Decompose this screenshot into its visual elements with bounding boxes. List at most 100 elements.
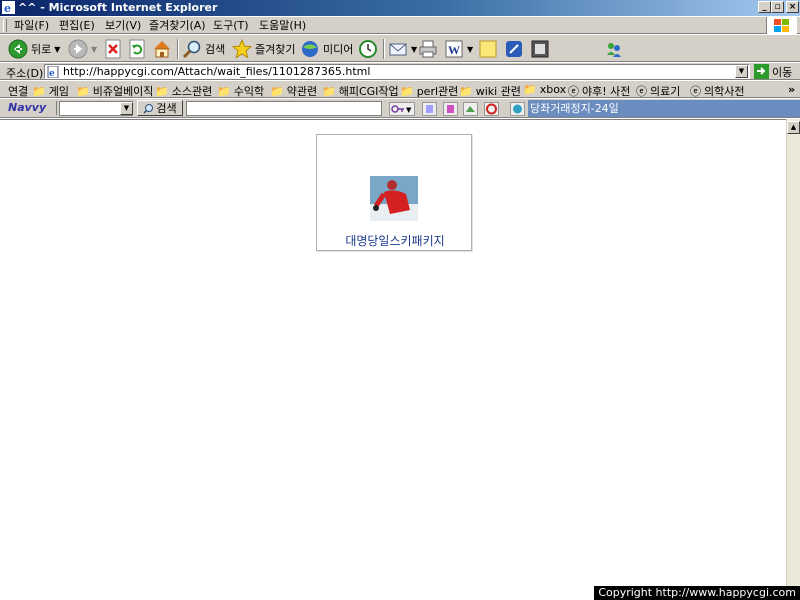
link-item[interactable]: 📁 약관련 — [270, 83, 317, 99]
ie-page-icon: ⓔ — [568, 85, 579, 98]
link-item[interactable]: 📁 xbox — [523, 83, 566, 96]
folder-icon: 📁 — [217, 84, 231, 98]
home-button[interactable] — [152, 38, 172, 60]
navvy-mascot-button[interactable] — [510, 102, 525, 116]
forward-button[interactable]: ▼ — [68, 38, 97, 60]
back-dropdown-icon[interactable]: ▼ — [54, 45, 60, 54]
menu-edit[interactable]: 편집(E) — [59, 18, 95, 33]
history-button[interactable] — [358, 38, 378, 60]
address-label: 주소(D) — [6, 67, 44, 80]
skier-photo — [370, 176, 418, 221]
address-dropdown-button[interactable]: ▼ — [735, 65, 748, 78]
stop-circle-icon — [486, 103, 497, 115]
windows-flag-icon — [774, 19, 789, 32]
media-icon — [302, 41, 318, 57]
media-button[interactable]: 미디어 — [300, 38, 353, 60]
ad-image[interactable] — [370, 176, 418, 221]
mail-button[interactable]: ▼ — [388, 38, 417, 60]
navvy-tool-button[interactable] — [422, 102, 437, 116]
navvy-select-dropdown-icon[interactable]: ▼ — [120, 102, 133, 115]
folder-icon: 📁 — [400, 84, 414, 98]
menu-help[interactable]: 도움말(H) — [259, 18, 306, 33]
link-item[interactable]: 📁 비쥬얼베이직 — [76, 83, 153, 99]
edit-dropdown-icon[interactable]: ▼ — [467, 45, 473, 54]
research-button[interactable] — [530, 38, 550, 60]
folder-icon: 📁 — [155, 84, 169, 98]
forward-dropdown-icon[interactable]: ▼ — [91, 45, 97, 54]
toolbar-grip[interactable] — [3, 19, 7, 32]
restore-button[interactable]: ▫ — [771, 1, 784, 13]
folder-icon: 📁 — [459, 84, 473, 98]
search-button[interactable]: 검색 — [182, 38, 225, 60]
go-button[interactable]: 이동 — [754, 63, 792, 80]
links-bar: 연결 📁 게임 📁 비쥬얼베이직 📁 소스관련 📁 수익학 📁 약관련 📁 해피CGI작업 … — [0, 80, 800, 98]
links-label: 연결 — [8, 85, 29, 98]
link-item[interactable]: 📁 소스관련 — [155, 83, 212, 99]
menu-tools[interactable]: 도구(T) — [213, 18, 249, 33]
ad-caption[interactable]: 대명당일스키패키지 — [317, 232, 473, 249]
print-icon — [419, 40, 437, 58]
link-item[interactable]: 📁 게임 — [32, 83, 69, 99]
links-overflow-chevron-icon[interactable]: » — [788, 83, 795, 96]
messenger-people-icon — [607, 43, 621, 57]
folder-icon: 📁 — [322, 84, 336, 98]
menu-file[interactable]: 파일(F) — [14, 18, 49, 33]
navvy-logo[interactable]: Navvy — [8, 101, 57, 115]
navvy-tool-icon — [426, 105, 433, 113]
messenger-people-button[interactable] — [604, 38, 624, 60]
link-item[interactable]: ⓔ 의료기 — [636, 83, 680, 99]
favorites-button[interactable]: 즐겨찾기 — [232, 38, 295, 60]
history-icon — [359, 40, 377, 58]
shield-icon — [506, 41, 522, 57]
address-input[interactable]: e http://happycgi.com/Attach/wait_files/… — [44, 64, 750, 79]
svg-text:▼: ▼ — [406, 106, 412, 114]
navvy-key-button[interactable]: ▼ — [389, 102, 415, 116]
navvy-tool-button[interactable] — [463, 102, 478, 116]
close-button[interactable]: × — [786, 1, 799, 13]
menu-favorites[interactable]: 즐겨찾기(A) — [149, 18, 206, 33]
navvy-tool-button[interactable] — [443, 102, 458, 116]
folder-icon: 📁 — [523, 83, 537, 96]
ie-page-icon: ⓔ — [690, 85, 701, 98]
vertical-scrollbar[interactable]: ▲ — [786, 119, 800, 588]
browser-chrome: 파일(F) 편집(E) 보기(V) 즐겨찾기(A) 도구(T) 도움말(H) 뒤… — [0, 16, 800, 118]
svg-text:e: e — [49, 69, 55, 78]
stop-button[interactable] — [104, 38, 122, 60]
back-arrow-icon — [8, 39, 28, 59]
navvy-search-input[interactable] — [186, 101, 382, 116]
link-item[interactable]: 📁 perl관련 — [400, 83, 458, 99]
windows-logo-throbber — [766, 17, 797, 34]
refresh-icon — [129, 39, 145, 59]
address-bar: 주소(D) e http://happycgi.com/Attach/wait_… — [0, 62, 800, 80]
link-item[interactable]: ⓔ 야후! 사전 — [568, 83, 630, 99]
minimize-button[interactable]: _ — [758, 1, 771, 13]
messenger-button[interactable] — [504, 38, 524, 60]
go-arrow-icon — [754, 64, 769, 79]
scroll-up-arrow-icon[interactable]: ▲ — [787, 121, 800, 134]
link-item[interactable]: 📁 해피CGI작업 — [322, 83, 399, 99]
folder-icon: 📁 — [270, 84, 284, 98]
link-item[interactable]: 📁 wiki 관련 — [459, 83, 521, 99]
page-icon: e — [47, 66, 59, 78]
ie-page-icon: ⓔ — [636, 85, 647, 98]
standard-toolbar: 뒤로 ▼ ▼ 검색 즐겨찾기 미디어 ▼ W ▼ — [0, 34, 800, 62]
discuss-button[interactable] — [478, 38, 498, 60]
link-item[interactable]: 📁 수익학 — [217, 83, 264, 99]
ad-box[interactable]: 대명당일스키패키지 — [316, 134, 472, 251]
refresh-button[interactable] — [128, 38, 146, 60]
back-button[interactable]: 뒤로 ▼ — [8, 38, 60, 60]
mail-dropdown-icon[interactable]: ▼ — [411, 45, 417, 54]
navvy-category-select[interactable]: ▼ — [59, 101, 133, 116]
navvy-stop-button[interactable] — [484, 102, 499, 116]
research-icon — [531, 40, 549, 58]
mascot-icon — [513, 104, 522, 114]
navvy-search-button[interactable]: 검색 — [137, 100, 183, 116]
news-ticker[interactable]: 당좌거래정지-24일 — [528, 100, 800, 117]
window-title: ^^ - Microsoft Internet Explorer — [18, 1, 218, 14]
svg-text:e: e — [4, 2, 11, 14]
toolbar-separator — [177, 39, 179, 59]
link-item[interactable]: ⓔ 의학사전 — [690, 83, 744, 99]
print-button[interactable] — [418, 38, 438, 60]
edit-word-button[interactable]: W ▼ — [444, 38, 473, 60]
menu-view[interactable]: 보기(V) — [105, 18, 141, 33]
